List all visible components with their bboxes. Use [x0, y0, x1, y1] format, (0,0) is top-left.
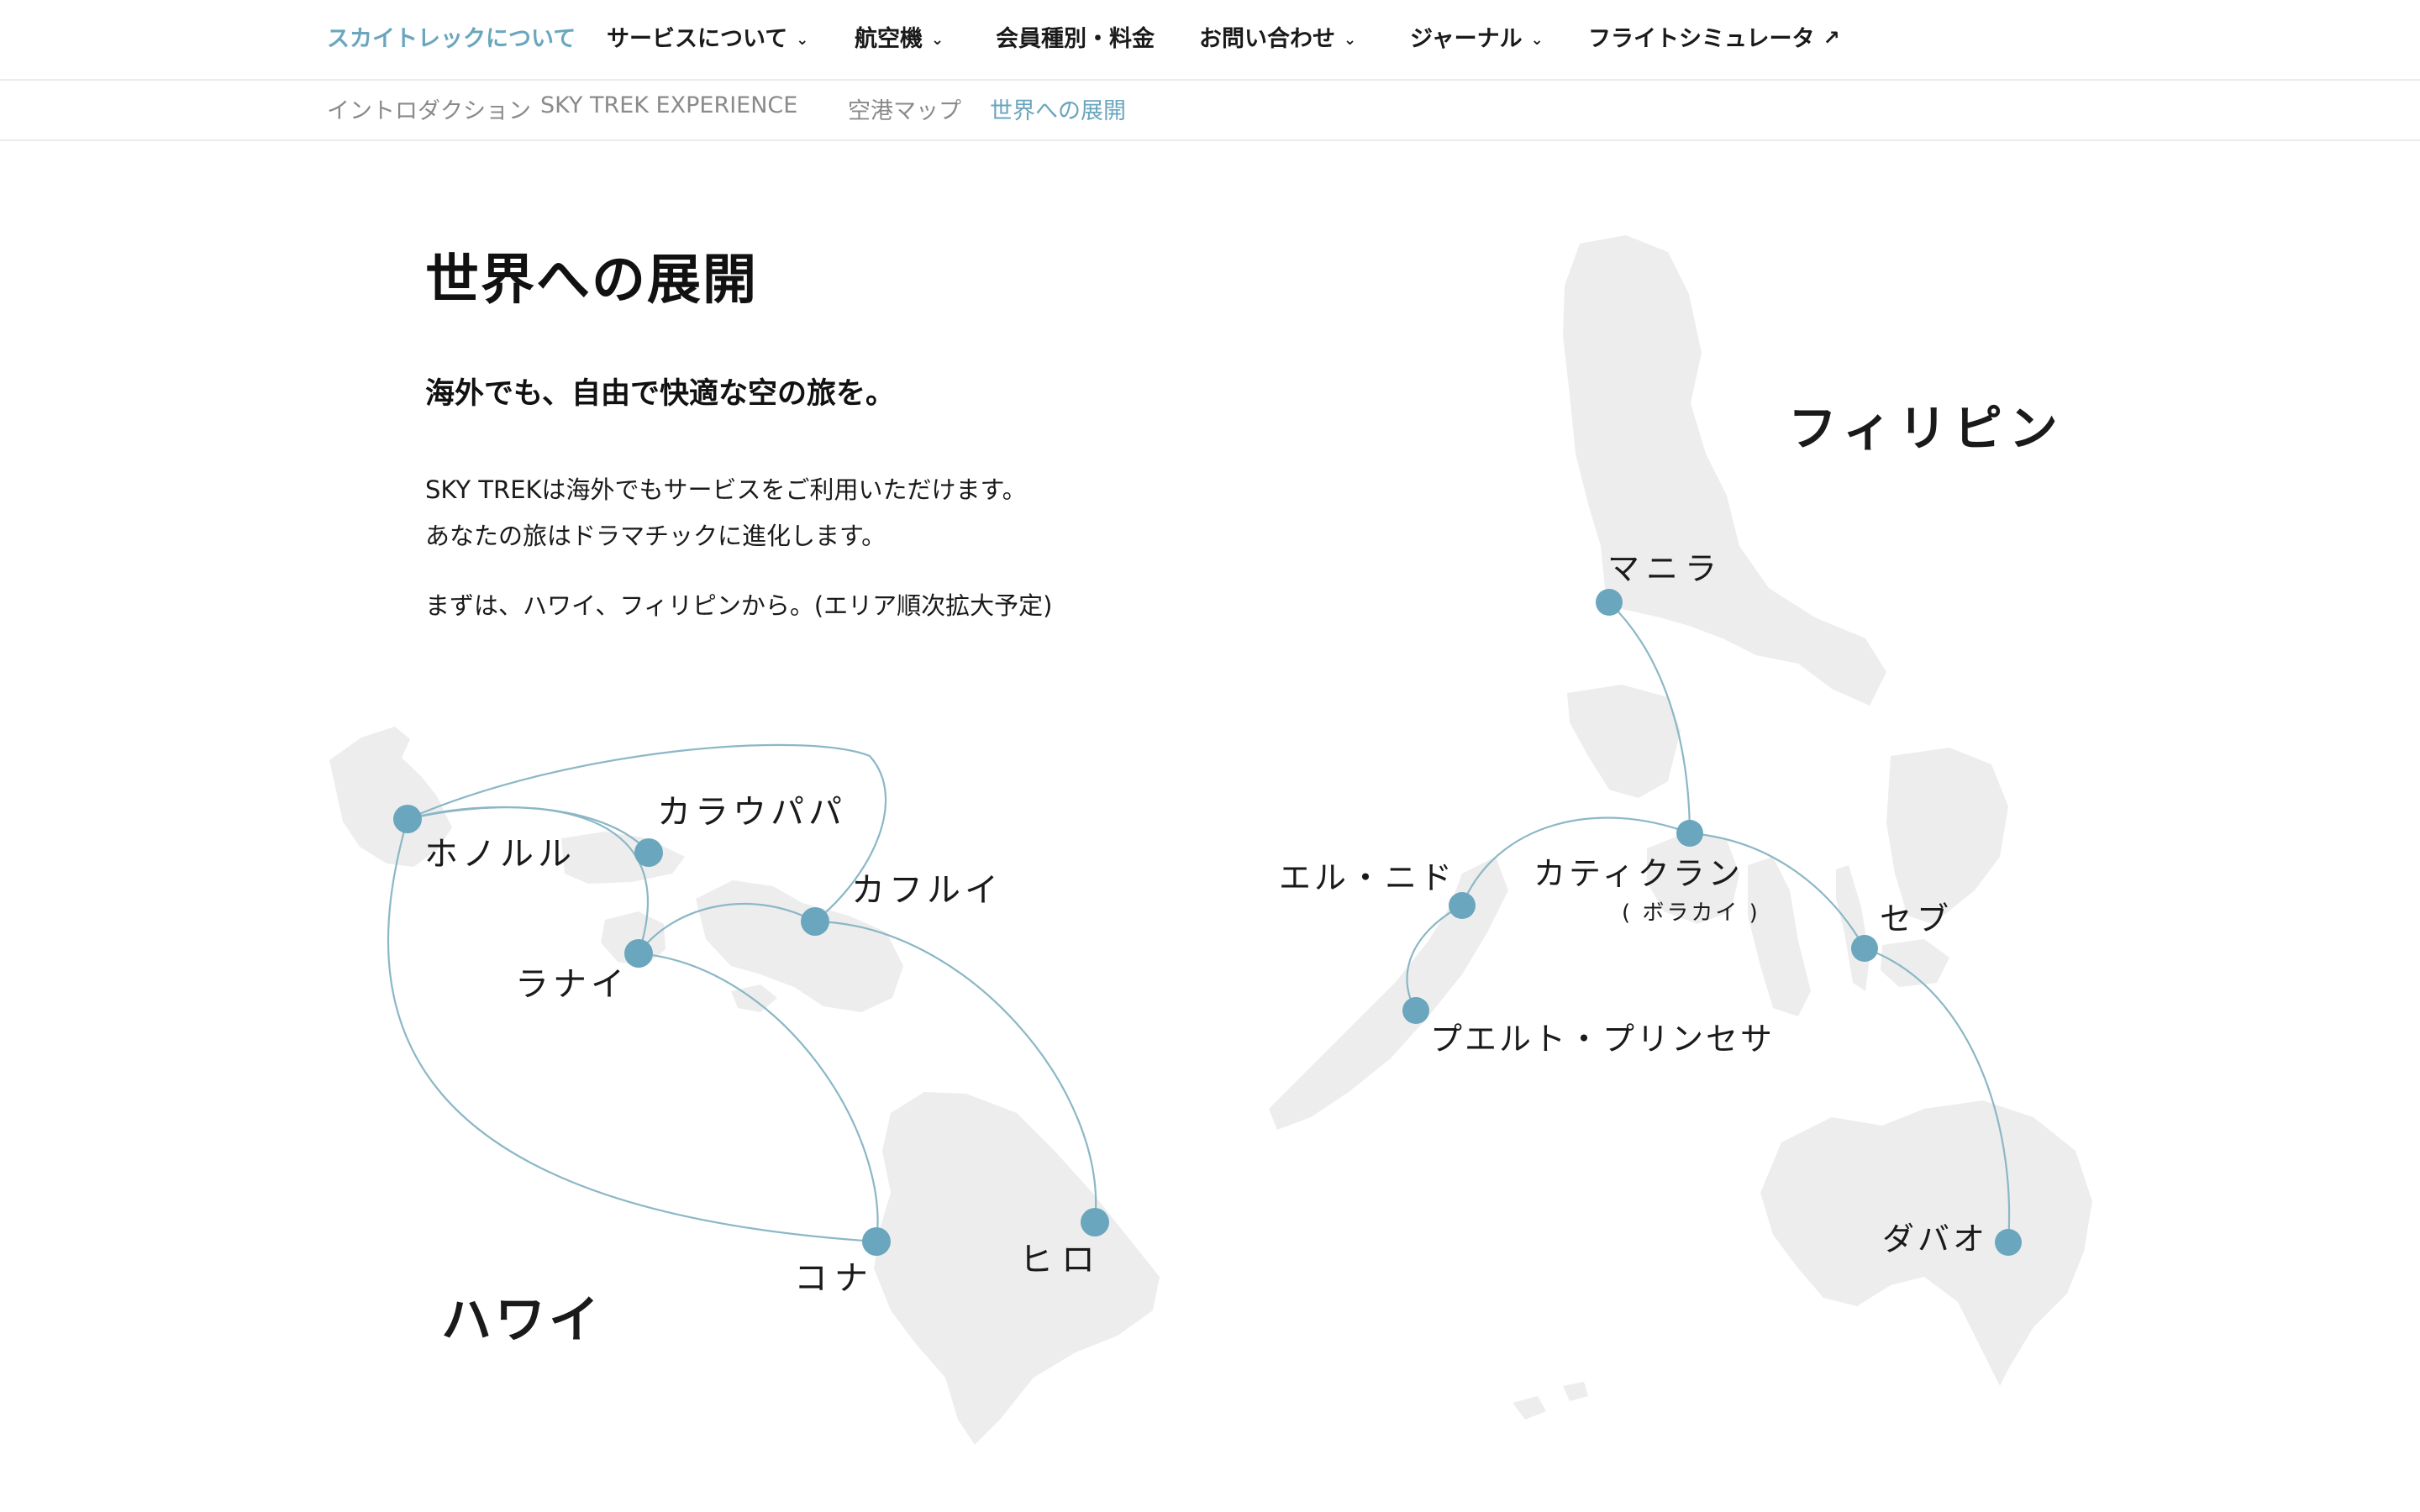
airport-label-kona: コナ: [794, 1259, 875, 1298]
negros-island: [1748, 857, 1811, 1016]
samar-leyte: [1886, 748, 2008, 924]
airport-dot-davao[interactable]: [1995, 1229, 2022, 1256]
airport-label-kalaupapa: カラウパパ: [657, 793, 846, 832]
mindoro-island: [1567, 685, 1681, 798]
sulu-islands: [1512, 1382, 1588, 1420]
airport-label-puerto: プエルト・プリンセサ: [1430, 1021, 1775, 1058]
airport-dot-kona[interactable]: [862, 1227, 891, 1256]
region-label-philippines: フィリピン: [1788, 400, 2065, 457]
airport-label-honolulu: ホノルル: [424, 835, 576, 874]
airport-label-hilo: ヒロ: [1019, 1241, 1103, 1279]
airport-dot-kalaupapa[interactable]: [634, 838, 663, 867]
airport-dot-manila[interactable]: [1596, 589, 1623, 616]
airport-label-caticlan: カティクラン: [1534, 855, 1744, 892]
region-label-hawaii: ハワイ: [441, 1291, 602, 1350]
airport-dot-puerto[interactable]: [1402, 997, 1429, 1024]
airport-dot-caticlan[interactable]: [1676, 820, 1703, 847]
airport-label-davao: ダバオ: [1882, 1221, 1988, 1257]
airport-label-kahului: カフルイ: [851, 871, 1002, 910]
route-honolulu-kahului: [407, 743, 887, 922]
airport-label-cebu: セブ: [1880, 900, 1954, 937]
airport-label-manila: マニラ: [1607, 550, 1723, 587]
airport-label-elnido: エル・ニド: [1279, 859, 1455, 896]
airport-dot-honolulu[interactable]: [393, 805, 422, 833]
airport-label-lanai: ラナイ: [515, 965, 629, 1004]
bohol-island: [1881, 939, 1949, 987]
luzon-island: [1563, 235, 1886, 706]
airport-dot-kahului[interactable]: [801, 907, 829, 936]
big-island: [874, 1092, 1160, 1445]
airport-dot-lanai[interactable]: [624, 939, 653, 968]
route-map: ホノルル カラウパパ ラナイ カフルイ コナ ヒロ ハワイ マニラ エル・ニド …: [329, 235, 2092, 1445]
airport-dot-cebu[interactable]: [1851, 935, 1878, 962]
airport-dot-hilo[interactable]: [1081, 1208, 1109, 1236]
route-honolulu-kona: [387, 818, 877, 1243]
airport-label-caticlan-sub: ( ボラカイ ): [1622, 900, 1760, 926]
